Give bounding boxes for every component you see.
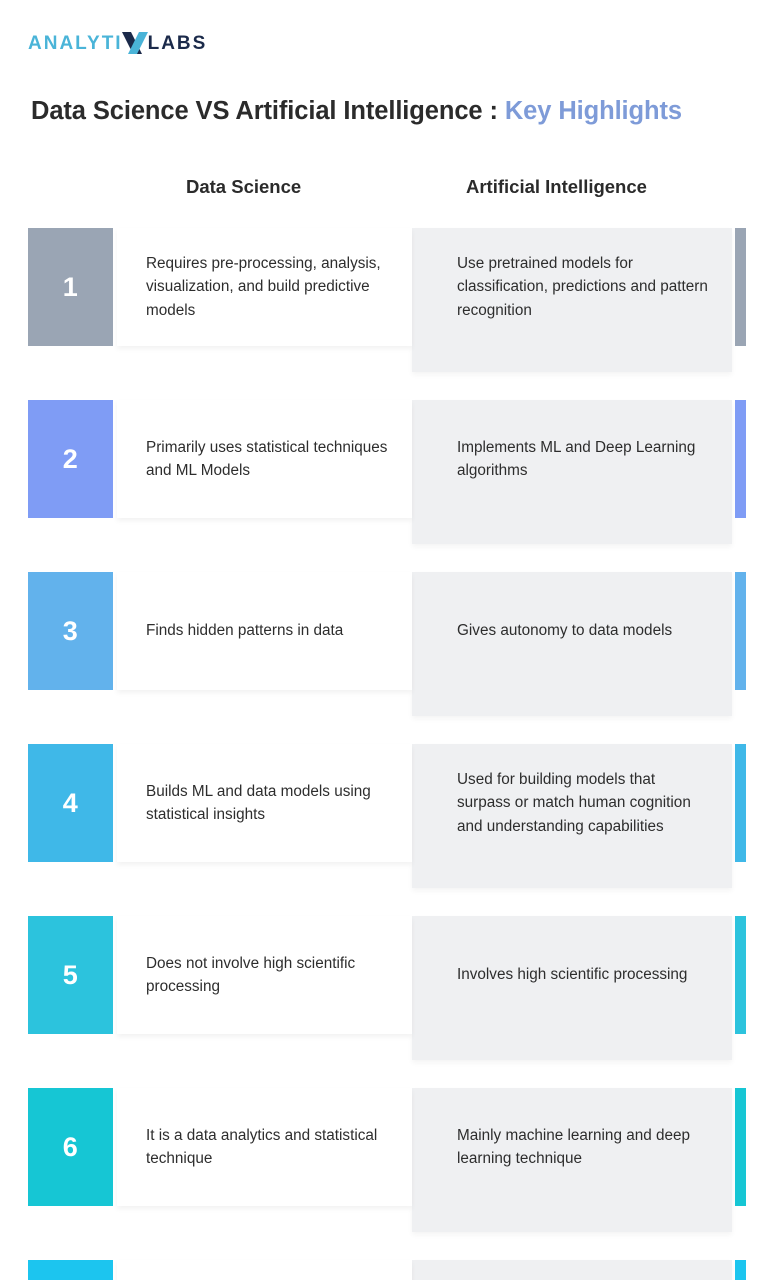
logo-text-labs: LABS xyxy=(147,32,208,54)
logo-text-analytix: ANALYTI xyxy=(28,32,123,54)
cell-artificial-intelligence-text: Use pretrained models for classification… xyxy=(457,255,708,319)
table-row: 7 Data is controlled with data science te… xyxy=(0,1260,768,1280)
table-row: 2 Primarily uses statistical techniques a… xyxy=(0,400,768,544)
row-edge-stripe xyxy=(735,744,746,862)
comparison-table: 1 Requires pre-processing, analysis, visu… xyxy=(0,228,768,1280)
cell-artificial-intelligence: Involves high scientific processing xyxy=(457,916,712,1034)
table-row: 5 Does not involve high scientific proces… xyxy=(0,916,768,1060)
cell-artificial-intelligence: Implements ML and Deep Learning algorith… xyxy=(457,400,712,518)
cell-artificial-intelligence-text: Mainly machine learning and deep learnin… xyxy=(457,1126,691,1167)
row-number-label: 4 xyxy=(62,787,79,818)
row-edge-stripe xyxy=(735,916,746,1034)
cell-data-science: Does not involve high scientific process… xyxy=(146,916,396,1034)
table-row: 4 Builds ML and data models using statist… xyxy=(0,744,768,888)
column-header-data-science: Data Science xyxy=(186,176,302,197)
cell-artificial-intelligence: Use pretrained models for classification… xyxy=(457,228,712,346)
cell-artificial-intelligence: Mainly machine learning and deep learnin… xyxy=(457,1088,712,1206)
row-edge-stripe xyxy=(735,1260,746,1280)
cell-artificial-intelligence: Used for building models that surpass or… xyxy=(457,744,712,862)
row-edge-stripe xyxy=(735,1088,746,1206)
row-number-block: 4 xyxy=(28,744,113,862)
row-number-block: 3 xyxy=(28,572,113,690)
row-number-block: 2 xyxy=(28,400,113,518)
cell-artificial-intelligence: Gives autonomy to data models xyxy=(457,572,712,690)
column-headers: Data Science Artificial Intelligence xyxy=(0,176,768,206)
cell-data-science-text: Primarily uses statistical techniques an… xyxy=(146,438,388,479)
cell-artificial-intelligence-text: Implements ML and Deep Learning algorith… xyxy=(457,438,696,479)
cell-data-science-text: It is a data analytics and statistical t… xyxy=(146,1126,378,1167)
logo-x-icon xyxy=(120,28,150,58)
row-edge-stripe xyxy=(735,572,746,690)
table-row: 3 Finds hidden patterns in data Gives auto… xyxy=(0,572,768,716)
column-header-artificial-intelligence: Artificial Intelligence xyxy=(466,176,647,197)
cell-data-science: Requires pre-processing, analysis, visua… xyxy=(146,228,396,346)
row-number-label: 5 xyxy=(62,959,79,990)
cell-data-science: Data is controlled with data science tec… xyxy=(146,1260,396,1280)
row-number-label: 1 xyxy=(62,271,79,302)
cell-data-science-text: Builds ML and data models using statisti… xyxy=(146,782,371,823)
cell-data-science: Primarily uses statistical techniques an… xyxy=(146,400,396,518)
table-row: 1 Requires pre-processing, analysis, visu… xyxy=(0,228,768,372)
row-number-label: 6 xyxy=(62,1131,79,1162)
cell-data-science-text: Finds hidden patterns in data xyxy=(146,622,344,640)
row-edge-stripe xyxy=(735,400,746,518)
row-number-block: 6 xyxy=(28,1088,113,1206)
cell-artificial-intelligence-text: Gives autonomy to data models xyxy=(457,622,673,640)
cell-data-science: It is a data analytics and statistical t… xyxy=(146,1088,396,1206)
cell-data-science-text: Does not involve high scientific process… xyxy=(146,954,356,995)
cell-artificial-intelligence: Involves robotic control with AI and mac… xyxy=(457,1260,712,1280)
row-number-block: 5 xyxy=(28,916,113,1034)
infographic-page: ANALYTI LABS Data Science VS Artificial … xyxy=(0,0,768,1280)
row-number-block: 7 xyxy=(28,1260,113,1280)
cell-artificial-intelligence-text: Involves high scientific processing xyxy=(457,966,688,984)
row-number-block: 1 xyxy=(28,228,113,346)
cell-artificial-intelligence-text: Used for building models that surpass or… xyxy=(457,771,691,835)
page-title-main: Data Science VS Artificial Intelligence … xyxy=(31,97,505,125)
cell-data-science: Builds ML and data models using statisti… xyxy=(146,744,396,862)
cell-data-science-text: Requires pre-processing, analysis, visua… xyxy=(146,255,381,319)
page-title-accent: Key Highlights xyxy=(504,97,682,125)
page-title: Data Science VS Artificial Intelligence … xyxy=(31,96,682,127)
analytixlabs-logo: ANALYTI LABS xyxy=(28,28,207,58)
row-number-label: 3 xyxy=(62,615,79,646)
table-row: 6 It is a data analytics and statistical … xyxy=(0,1088,768,1232)
cell-data-science: Finds hidden patterns in data xyxy=(146,572,396,690)
row-number-label: 2 xyxy=(62,443,79,474)
row-edge-stripe xyxy=(735,228,746,346)
